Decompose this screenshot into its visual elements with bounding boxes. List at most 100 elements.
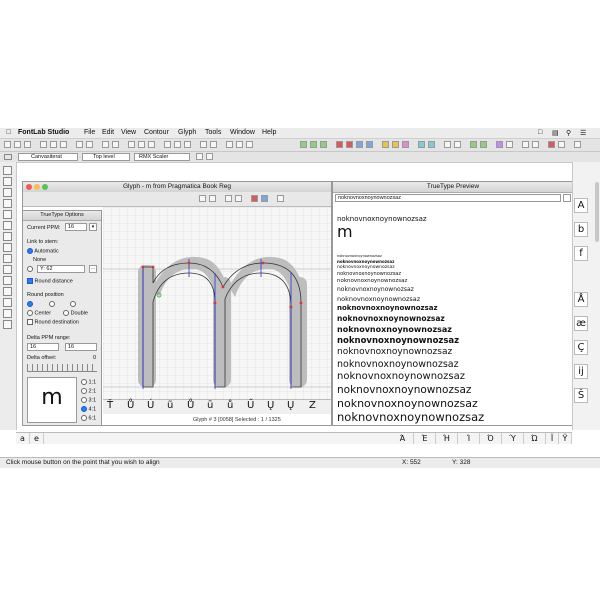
auto-hint-button[interactable]	[444, 141, 451, 148]
right-glyph-1[interactable]: b	[574, 222, 588, 237]
round-grid-radio[interactable]	[70, 301, 77, 307]
flag-icon[interactable]	[196, 153, 203, 160]
close-icon[interactable]	[26, 184, 32, 190]
knife-tool-icon[interactable]	[3, 199, 12, 208]
round-down-radio[interactable]	[27, 301, 33, 307]
refresh-button[interactable]	[558, 141, 565, 148]
classes-button[interactable]	[236, 141, 243, 148]
align-center-button[interactable]	[310, 141, 317, 148]
pen-tool-icon[interactable]	[3, 177, 12, 186]
bottom-right-glyph-7[interactable]: Ϊ	[546, 433, 559, 444]
glyph-strip-1[interactable]: Ů	[127, 400, 134, 411]
glyph-strip-8[interactable]: Ų	[267, 400, 274, 411]
paste-button[interactable]	[60, 141, 67, 148]
app-name[interactable]: FontLab Studio	[18, 129, 69, 136]
settings-icon[interactable]	[206, 153, 213, 160]
align-right-button[interactable]	[320, 141, 327, 148]
right-glyph-2[interactable]: f	[574, 246, 588, 261]
open-button[interactable]	[14, 141, 21, 148]
rectangle-tool-icon[interactable]	[3, 221, 12, 230]
automatic-radio[interactable]	[27, 248, 33, 254]
right-glyph-5[interactable]: Ç	[574, 340, 588, 355]
center-radio[interactable]	[27, 310, 33, 316]
glyph-strip-2[interactable]: Ú	[147, 400, 154, 411]
sketch-tool-icon[interactable]	[3, 320, 12, 329]
menu-glyph[interactable]: Glyph	[178, 129, 196, 136]
bottom-glyph-1[interactable]: e	[30, 433, 44, 444]
save-button[interactable]	[24, 141, 31, 148]
align-point-button[interactable]	[402, 141, 409, 148]
round-distance-checkbox[interactable]	[27, 278, 33, 284]
menu-edit[interactable]: Edit	[102, 129, 114, 136]
menu-view[interactable]: View	[121, 129, 136, 136]
delta-to-input[interactable]: 16	[65, 343, 97, 351]
stop-button[interactable]	[548, 141, 555, 148]
hint-tool-icon[interactable]	[3, 210, 12, 219]
interpolate-button[interactable]	[392, 141, 399, 148]
copy-button[interactable]	[50, 141, 57, 148]
ttf-button[interactable]	[496, 141, 503, 148]
bottom-right-glyph-2[interactable]: Ή	[436, 433, 458, 444]
print-button[interactable]	[532, 141, 539, 148]
delta-button[interactable]	[382, 141, 389, 148]
y-stem-radio[interactable]	[27, 266, 33, 272]
glyph-strip-3[interactable]: ũ	[167, 400, 173, 411]
arrow-tool-icon[interactable]	[3, 166, 12, 175]
export-button[interactable]	[522, 141, 529, 148]
glyph-canvas[interactable]	[103, 207, 331, 399]
delta-offset-slider[interactable]	[27, 364, 97, 372]
round-destination-checkbox[interactable]	[27, 319, 33, 325]
menu-tools[interactable]: Tools	[205, 129, 221, 136]
bottom-right-glyph-5[interactable]: Ύ	[502, 433, 524, 444]
eraser-tool-icon[interactable]	[3, 243, 12, 252]
menu-contour[interactable]: Contour	[144, 129, 169, 136]
ratio-6-radio[interactable]	[81, 415, 87, 421]
hint-y-button[interactable]	[346, 141, 353, 148]
verify-button[interactable]	[480, 141, 487, 148]
apple-icon[interactable]: 	[6, 129, 11, 136]
right-glyph-7[interactable]: Š	[574, 388, 588, 403]
bottom-glyph-0[interactable]: a	[16, 433, 30, 444]
measure-button[interactable]	[128, 141, 135, 148]
guides-button[interactable]	[148, 141, 155, 148]
middle-delta-button[interactable]	[418, 141, 425, 148]
metrics-button[interactable]	[164, 141, 171, 148]
preview-options-icon[interactable]	[563, 194, 571, 202]
help-button[interactable]	[574, 141, 581, 148]
glyph-hint-icon[interactable]	[251, 195, 258, 202]
undo-button[interactable]	[76, 141, 83, 148]
menu-file[interactable]: File	[84, 129, 95, 136]
glyph-strip-9[interactable]: Ų	[287, 400, 294, 411]
kerning-button[interactable]	[174, 141, 181, 148]
window-icon[interactable]: □	[538, 129, 542, 136]
hinting-button[interactable]	[184, 141, 191, 148]
hint-x-button[interactable]	[336, 141, 343, 148]
list-icon[interactable]: ☰	[580, 129, 586, 137]
ratio-1-radio[interactable]	[81, 379, 87, 385]
bottom-right-glyph-8[interactable]: Ϋ	[559, 433, 572, 444]
measure-tool-icon[interactable]	[3, 298, 12, 307]
scrollbar[interactable]	[595, 182, 599, 242]
right-glyph-3[interactable]: Å	[574, 292, 588, 307]
right-glyph-6[interactable]: ĳ	[574, 364, 588, 379]
glyph-strip-10[interactable]: Z	[309, 400, 316, 411]
font-info-button[interactable]	[226, 141, 233, 148]
glyph-strip-7[interactable]: Ű	[247, 400, 254, 411]
zoom-tool-icon[interactable]	[3, 287, 12, 296]
glyph-prev-icon[interactable]	[199, 195, 206, 202]
new-button[interactable]	[4, 141, 11, 148]
current-ppm-input[interactable]: 16	[65, 223, 87, 231]
pencil-tool-icon[interactable]	[3, 188, 12, 197]
rotate-tool-icon[interactable]	[3, 254, 12, 263]
ppm-stepper[interactable]: ▾	[89, 223, 97, 231]
clear-hints-button[interactable]	[454, 141, 461, 148]
ellipse-tool-icon[interactable]	[3, 232, 12, 241]
delta-from-input[interactable]: 16	[27, 343, 59, 351]
menu-help[interactable]: Help	[262, 129, 276, 136]
ratio-2-radio[interactable]	[81, 388, 87, 394]
glyph-layer-icon[interactable]	[235, 195, 242, 202]
glyph-strip-6[interactable]: ů	[227, 400, 233, 411]
right-glyph-0[interactable]: A	[574, 198, 588, 213]
glyph-strip-0[interactable]: Ť	[107, 400, 113, 411]
check-button[interactable]	[470, 141, 477, 148]
